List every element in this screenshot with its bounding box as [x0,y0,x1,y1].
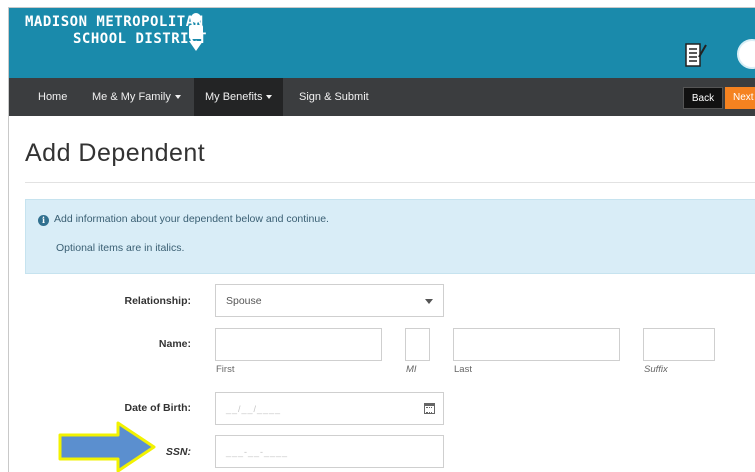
browser-frame: MADISON METROPOLITAN SCHOOL DISTRICT Hom… [8,7,755,472]
nav-item-label: Home [38,91,68,103]
nav-item-label: My Benefits [205,91,263,103]
title-divider [25,182,755,183]
middle-initial-caption: MI [406,364,417,375]
chevron-down-icon [266,95,273,100]
alert-message: i Add information about your dependent be… [38,213,329,226]
ssn-field[interactable]: ___-__-____ [215,435,444,468]
first-name-field[interactable] [215,328,382,361]
alert-text: Add information about your dependent bel… [54,213,329,225]
brand-line-2: SCHOOL DISTRICT [73,31,207,47]
info-alert: i Add information about your dependent be… [25,199,755,274]
logo-mark-icon [189,13,203,51]
nav-item-sign-and-submit[interactable]: Sign & Submit [288,78,380,116]
name-label: Name: [158,338,191,350]
dob-placeholder: __/__/____ [226,404,282,414]
last-name-caption: Last [454,364,472,375]
chevron-down-icon [425,299,433,304]
profile-button[interactable] [737,39,755,69]
suffix-caption: Suffix [644,364,668,375]
relationship-value: Spouse [226,295,262,307]
page-title: Add Dependent [25,139,206,167]
main-nav: Home Me & My Family My Benefits Sign & S… [9,78,755,116]
dob-label: Date of Birth: [124,402,192,414]
last-name-field[interactable] [453,328,620,361]
nav-item-me-and-my-family[interactable]: Me & My Family [81,78,192,116]
brand-line-1: MADISON METROPOLITAN [25,14,204,30]
brand-header: MADISON METROPOLITAN SCHOOL DISTRICT [9,8,755,78]
chevron-down-icon [174,95,181,100]
dob-field[interactable]: __/__/____ [215,392,444,425]
document-icon[interactable] [685,41,707,69]
district-logo[interactable]: MADISON METROPOLITAN SCHOOL DISTRICT [25,14,207,47]
calendar-icon[interactable] [424,403,435,414]
nav-item-my-benefits[interactable]: My Benefits [194,78,284,116]
highlight-arrow [58,421,156,472]
suffix-field[interactable] [643,328,715,361]
alert-optional-note: Optional items are in italics. [56,242,185,254]
nav-item-home[interactable]: Home [27,78,78,116]
relationship-label: Relationship: [124,295,191,307]
next-button[interactable]: Next [725,87,755,109]
middle-initial-field[interactable] [405,328,430,361]
first-name-caption: First [216,364,235,375]
info-icon: i [38,215,49,226]
nav-item-label: Me & My Family [92,91,171,103]
back-button[interactable]: Back [683,87,723,109]
nav-item-label: Sign & Submit [299,91,369,103]
relationship-select[interactable]: Spouse [215,284,444,317]
ssn-placeholder: ___-__-____ [226,447,289,457]
